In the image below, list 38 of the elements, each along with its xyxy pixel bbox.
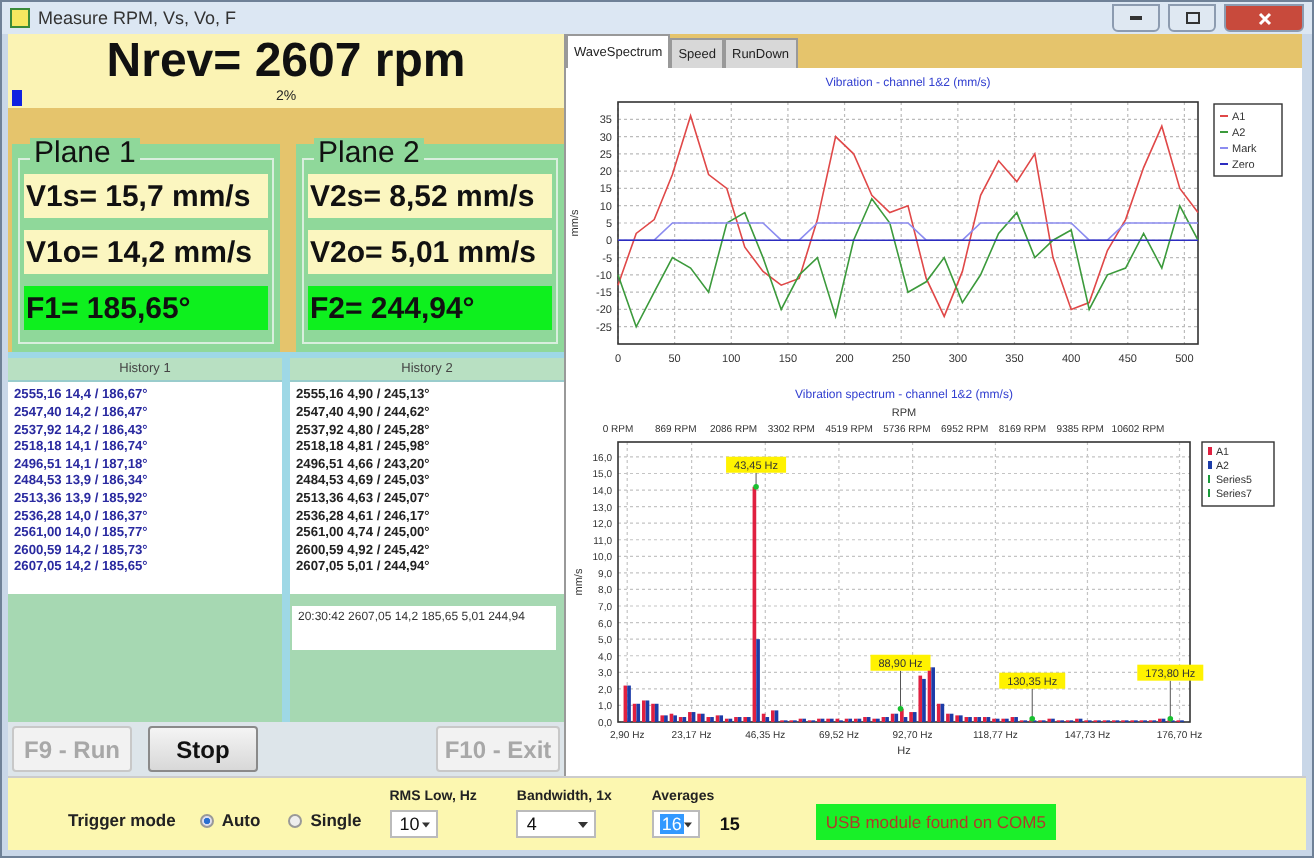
phase-readout: F1= 185,65° (24, 286, 268, 331)
leader-line (900, 670, 901, 710)
status-message: USB module found on COM5 (815, 804, 1056, 840)
phase-readout: F2= 244,94° (308, 286, 552, 331)
dropdown[interactable]: 4 (516, 810, 597, 838)
close-button[interactable] (1224, 4, 1304, 32)
trigger-label: Trigger mode (68, 810, 176, 830)
rpm-heading: Nrev= 2607 rpm (104, 34, 468, 90)
radio-label: Auto (221, 810, 261, 830)
window-title: Measure RPM, Vs, Vo, F (38, 8, 239, 28)
close-icon (1257, 11, 1271, 25)
leader-line (1031, 688, 1033, 720)
minimize-button[interactable] (1112, 4, 1160, 32)
average-count: 15 (719, 814, 740, 834)
leader-line (1169, 680, 1171, 720)
velocity-readout: V1s= 15,7 mm/s (24, 174, 268, 219)
caret-icon (578, 821, 589, 827)
marker-icon (1167, 715, 1174, 722)
dropdown[interactable]: 10 (389, 810, 438, 838)
radio-option[interactable]: Auto (199, 810, 261, 830)
leader-line (755, 472, 757, 488)
marker-icon (753, 483, 759, 490)
maximize-icon (1185, 12, 1199, 24)
caret-icon (683, 821, 692, 827)
minimize-icon (1130, 16, 1142, 20)
radio-label: Single (310, 810, 362, 830)
marker-icon (1029, 715, 1035, 722)
app-icon (10, 8, 30, 28)
legend-box (1213, 103, 1283, 177)
marker-icon (897, 705, 904, 712)
maximize-button[interactable] (1168, 4, 1216, 32)
legend-box (1201, 441, 1275, 507)
velocity-readout: V2s= 8,52 mm/s (308, 174, 552, 219)
caret-icon (421, 821, 430, 827)
radio-option[interactable]: Single (288, 810, 362, 830)
velocity-readout: V1o= 14,2 mm/s (24, 230, 268, 275)
velocity-readout: V2o= 5,01 mm/s (308, 230, 552, 275)
action-button[interactable]: Stop (148, 726, 258, 773)
